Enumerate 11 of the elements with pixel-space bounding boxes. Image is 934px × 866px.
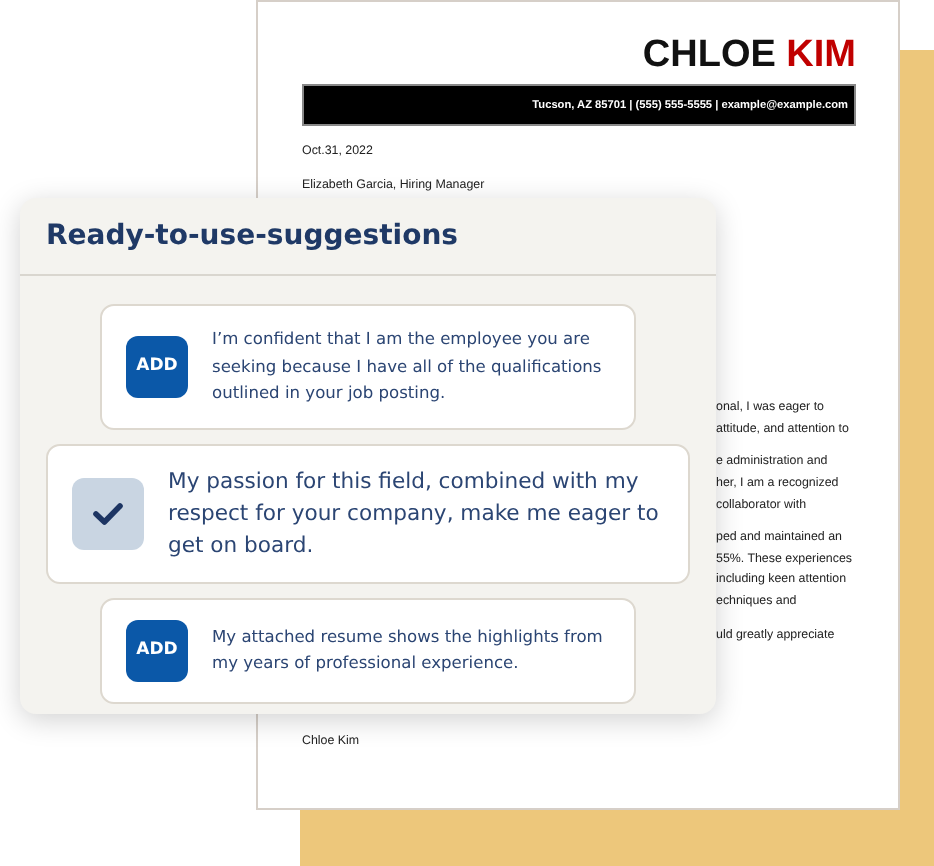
check-icon xyxy=(92,501,124,525)
suggestion-text: I’m confident that I am the employee you are seeking because I have all of the qualifications outlined in your job posting. xyxy=(212,326,604,406)
applicant-name: CHLOE KIM xyxy=(642,34,856,78)
suggestion-card[interactable]: ADD My attached resume shows the highlights from my years of professional experience. xyxy=(100,597,636,703)
suggestion-card[interactable]: ADD I’m confident that I am the employee you are seeking because I have all of the qualifications outlined in your job posting. xyxy=(100,304,636,429)
panel-title: Ready-to-use-suggestions xyxy=(46,220,458,252)
add-button[interactable]: ADD xyxy=(126,335,188,398)
add-button[interactable]: ADD xyxy=(126,619,188,681)
suggestion-text: My passion for this field, combined with my respect for your company, make me eager to get on board. xyxy=(168,465,661,561)
suggestion-text: My attached resume shows the highlights from my years of professional experience. xyxy=(212,623,605,676)
suggestion-card[interactable]: My passion for this field, combined with my respect for your company, make me eager to get on board. xyxy=(46,443,690,583)
